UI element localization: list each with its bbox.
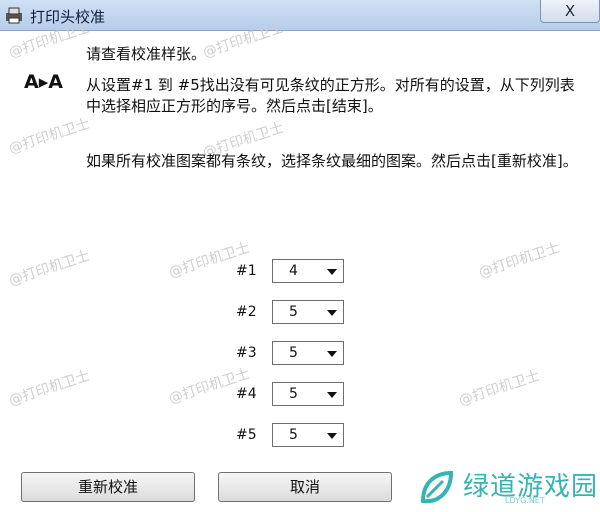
watermark: @打印机卫士 xyxy=(6,115,92,158)
dropdown-arrow-icon[interactable] xyxy=(327,310,337,316)
close-icon[interactable]: X xyxy=(565,2,575,20)
instruction-paragraph-1: 从设置#1 到 #5找出没有可见条纹的正方形。对所有的设置，从下列列表中选择相应… xyxy=(86,76,575,115)
select-value: 5 xyxy=(289,345,298,361)
alignment-aa-icon: A▸A xyxy=(24,71,74,97)
select-value: 5 xyxy=(289,304,298,320)
setting-label: #1 xyxy=(236,263,257,279)
setting-label: #3 xyxy=(236,345,257,361)
setting-5-select[interactable]: 5 xyxy=(272,423,344,447)
setting-1-select[interactable]: 4 xyxy=(272,259,344,283)
logo-subtext: LDYG.NET xyxy=(505,496,545,505)
setting-row-4: #4 5 xyxy=(0,382,600,408)
setting-2-select[interactable]: 5 xyxy=(272,300,344,324)
setting-row-1: #1 4 xyxy=(0,259,600,285)
instruction-heading: 请查看校准样张。 xyxy=(86,45,207,63)
setting-label: #2 xyxy=(236,304,257,320)
setting-4-select[interactable]: 5 xyxy=(272,382,344,406)
select-value: 4 xyxy=(289,263,298,279)
setting-row-3: #3 5 xyxy=(0,341,600,367)
alignment-icon-text: A▸A xyxy=(24,71,63,93)
dropdown-arrow-icon[interactable] xyxy=(327,433,337,439)
window-title: 打印头校准 xyxy=(30,8,106,26)
leaf-logo-icon xyxy=(420,470,454,504)
select-value: 5 xyxy=(289,386,298,402)
setting-row-2: #2 5 xyxy=(0,300,600,326)
printer-icon xyxy=(6,7,22,24)
setting-label: #5 xyxy=(236,427,257,443)
cancel-button[interactable]: 取消 xyxy=(218,472,392,502)
setting-3-select[interactable]: 5 xyxy=(272,341,344,365)
select-value: 5 xyxy=(289,427,298,443)
site-logo: 绿道游戏园 LDYG.NET xyxy=(405,463,600,512)
dialog-body: @打印机卫士 @打印机卫士 @打印机卫士 @打印机卫士 @打印机卫士 @打印机卫… xyxy=(0,20,600,512)
instruction-paragraph-2: 如果所有校准图案都有条纹，选择条纹最细的图案。然后点击[重新校准]。 xyxy=(86,152,578,170)
setting-row-5: #5 5 xyxy=(0,423,600,449)
dropdown-arrow-icon[interactable] xyxy=(327,392,337,398)
dropdown-arrow-icon[interactable] xyxy=(327,351,337,357)
dropdown-arrow-icon[interactable] xyxy=(327,269,337,275)
title-bar: 打印头校准 X xyxy=(0,0,600,31)
close-button[interactable]: X xyxy=(540,0,600,23)
setting-label: #4 xyxy=(236,386,257,402)
recalibrate-button[interactable]: 重新校准 xyxy=(21,472,195,502)
